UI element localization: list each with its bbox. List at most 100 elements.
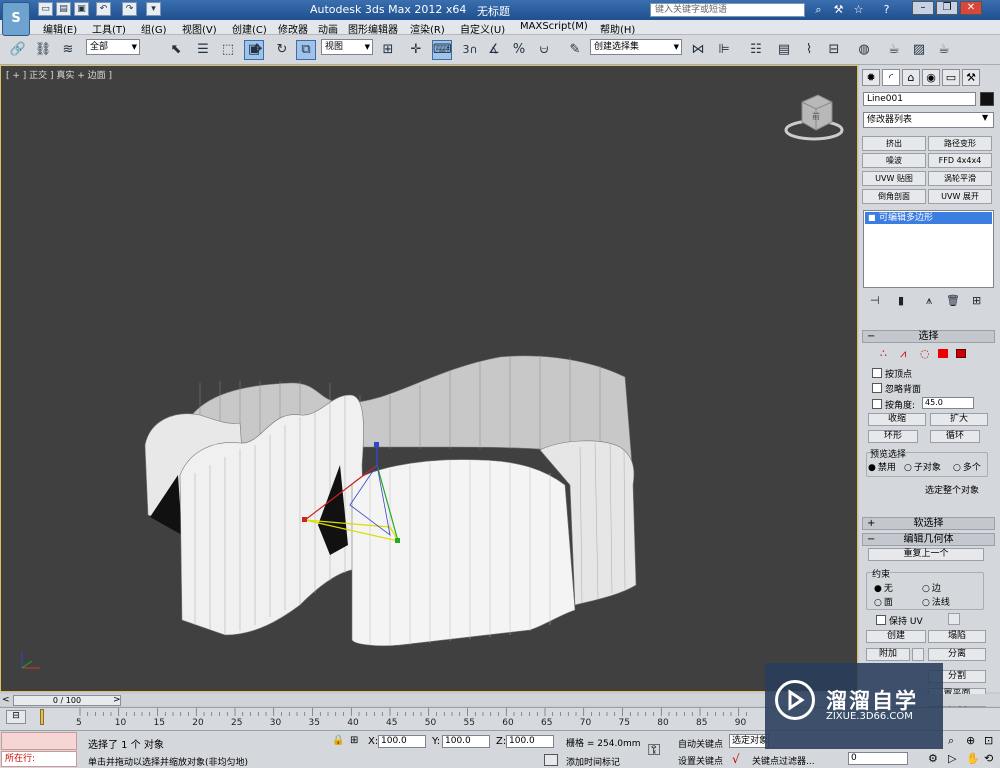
spinner-snap-icon[interactable]: ⩁ <box>534 40 554 60</box>
angle-snap-icon[interactable]: ∡ <box>484 40 504 60</box>
utilities-tab-icon[interactable]: ⚒ <box>962 69 980 86</box>
collapse-button[interactable]: 塌陷 <box>928 630 986 643</box>
select-rotate-icon[interactable]: ↻ <box>272 40 292 60</box>
modifier-button-turbosmooth[interactable]: 涡轮平滑 <box>928 171 992 186</box>
menu-help[interactable]: 帮助(H) <box>600 21 635 36</box>
unlink-icon[interactable]: ⛓ <box>33 40 53 60</box>
search-input[interactable]: 键入关键字或短语 <box>650 3 805 17</box>
object-name-field[interactable]: Line001 <box>863 92 976 106</box>
make-unique-icon[interactable]: ⩚ <box>926 294 932 308</box>
save-file-icon[interactable]: ▣ <box>74 2 89 16</box>
time-slider[interactable]: 0 / 100 <box>13 695 121 706</box>
help-icon[interactable]: ? <box>878 2 895 17</box>
gizmo-z-handle[interactable] <box>374 442 379 447</box>
chevron-down-icon[interactable]: ▼ <box>982 113 988 122</box>
app-logo[interactable]: S <box>2 2 30 36</box>
menu-views[interactable]: 视图(V) <box>182 21 217 36</box>
constraint-normal-radio[interactable]: 法线 <box>922 595 950 608</box>
menu-create[interactable]: 创建(C) <box>232 21 267 36</box>
time-next-icon[interactable]: > <box>113 695 121 705</box>
by-vertex-checkbox[interactable]: 按顶点 <box>872 367 912 380</box>
new-file-icon[interactable]: ▭ <box>38 2 53 16</box>
z-coord-input[interactable]: 100.0 <box>506 735 554 748</box>
ring-button[interactable]: 环形 <box>868 430 918 443</box>
select-move-icon[interactable]: ✥ <box>247 40 267 60</box>
modifier-list-dropdown[interactable]: 修改器列表 <box>863 112 994 128</box>
edge-subobject-icon[interactable]: ⩘ <box>900 347 906 361</box>
polygon-subobject-icon[interactable] <box>938 349 948 358</box>
detach-button[interactable]: 分离 <box>928 648 986 661</box>
configure-modifier-sets-icon[interactable]: ⊞ <box>972 294 981 307</box>
preview-multi-radio[interactable]: 多个 <box>953 460 981 473</box>
create-button[interactable]: 创建 <box>866 630 926 643</box>
modifier-button-uvw-map[interactable]: UVW 贴图 <box>862 171 926 186</box>
quick-access-dropdown-icon[interactable]: ▾ <box>146 2 161 16</box>
by-angle-checkbox[interactable]: 按角度: <box>872 398 915 411</box>
preview-subobject-radio[interactable]: 子对象 <box>904 460 941 473</box>
maxscript-listener[interactable] <box>1 732 77 750</box>
link-icon[interactable]: 🔗 <box>8 40 28 60</box>
render-production-icon[interactable]: ☕ <box>934 40 954 60</box>
absolute-mode-icon[interactable]: ⊞ <box>350 735 358 746</box>
rectangular-selection-icon[interactable]: ⬚ <box>218 40 238 60</box>
rendered-frame-window-icon[interactable]: ▨ <box>909 40 929 60</box>
align-icon[interactable]: ⊫ <box>714 40 734 60</box>
set-key-icon[interactable]: √ <box>732 752 740 766</box>
bind-space-warp-icon[interactable]: ≋ <box>58 40 78 60</box>
close-button[interactable]: ✕ <box>960 1 982 15</box>
menu-animation[interactable]: 动画 <box>318 21 338 36</box>
gizmo-y-handle[interactable] <box>395 538 400 543</box>
zoom-all-icon[interactable]: ⊕ <box>966 734 975 747</box>
pan-view-icon[interactable]: ✋ <box>966 752 980 765</box>
field-of-view-icon[interactable]: ▷ <box>948 752 956 765</box>
select-scale-icon[interactable]: ⧉ <box>296 40 316 60</box>
loop-button[interactable]: 循环 <box>930 430 980 443</box>
select-object-icon[interactable]: ⬉ <box>166 40 186 60</box>
restore-button[interactable]: ❐ <box>936 1 958 15</box>
modifier-button-noise[interactable]: 噪波 <box>862 153 926 168</box>
y-coord-input[interactable]: 100.0 <box>442 735 490 748</box>
favorites-icon[interactable]: ☆ <box>850 2 867 17</box>
menu-graph-editors[interactable]: 图形编辑器 <box>348 21 398 36</box>
element-subobject-icon[interactable] <box>956 349 966 358</box>
menu-edit[interactable]: 编辑(E) <box>43 21 77 36</box>
edit-named-selection-icon[interactable]: ✎ <box>565 40 585 60</box>
attach-button[interactable]: 附加 <box>866 648 910 661</box>
keyboard-shortcut-override-icon[interactable]: ⌨ <box>432 40 452 60</box>
selected-filter-dropdown[interactable]: 选定对象 <box>729 734 769 748</box>
rollout-soft-selection-header[interactable]: + 软选择 <box>862 517 995 530</box>
shrink-button[interactable]: 收缩 <box>868 413 926 426</box>
create-tab-icon[interactable]: ✹ <box>862 69 880 86</box>
select-by-name-icon[interactable]: ☰ <box>193 40 213 60</box>
x-coord-input[interactable]: 100.0 <box>378 735 426 748</box>
auto-key-button[interactable]: 自动关键点 <box>678 737 723 750</box>
pin-stack-icon[interactable]: ⊣ <box>870 294 880 307</box>
constraint-none-radio[interactable]: 无 <box>874 581 893 594</box>
mini-curve-editor-icon[interactable]: ⊟ <box>6 710 26 724</box>
lock-selection-icon[interactable]: 🔒 <box>332 735 344 746</box>
modifier-button-unwrap-uvw[interactable]: UVW 展开 <box>928 189 992 204</box>
modifier-button-path-deform[interactable]: 路径变形 <box>928 136 992 151</box>
vertex-subobject-icon[interactable]: ∴ <box>880 347 887 360</box>
ignore-backfacing-checkbox[interactable]: 忽略背面 <box>872 382 921 395</box>
percent-snap-icon[interactable]: % <box>509 40 529 60</box>
select-manipulate-icon[interactable]: ✛ <box>406 40 426 60</box>
current-frame-input[interactable]: 0 <box>848 752 908 765</box>
modifier-button-extrude[interactable]: 挤出 <box>862 136 926 151</box>
preserve-uv-settings-button[interactable] <box>948 613 960 625</box>
constraint-face-radio[interactable]: 面 <box>874 595 893 608</box>
set-key-button[interactable]: 设置关键点 <box>678 754 723 767</box>
layer-manager-icon[interactable]: ☷ <box>746 40 766 60</box>
zoom-icon[interactable]: ⌕ <box>948 734 954 748</box>
mirror-icon[interactable]: ⋈ <box>688 40 708 60</box>
reference-coordinate-dropdown[interactable]: 视图 <box>321 39 373 55</box>
material-editor-icon[interactable]: ◍ <box>854 40 874 60</box>
modifier-button-bevel-profile[interactable]: 倒角剖面 <box>862 189 926 204</box>
menu-modifiers[interactable]: 修改器 <box>278 21 308 36</box>
orbit-icon[interactable]: ⟲ <box>984 752 993 765</box>
motion-tab-icon[interactable]: ◉ <box>922 69 940 86</box>
hierarchy-tab-icon[interactable]: ⌂ <box>902 69 920 86</box>
render-setup-icon[interactable]: ☕ <box>884 40 904 60</box>
show-end-result-icon[interactable]: ▮ <box>898 294 904 307</box>
time-prev-icon[interactable]: < <box>2 695 10 705</box>
